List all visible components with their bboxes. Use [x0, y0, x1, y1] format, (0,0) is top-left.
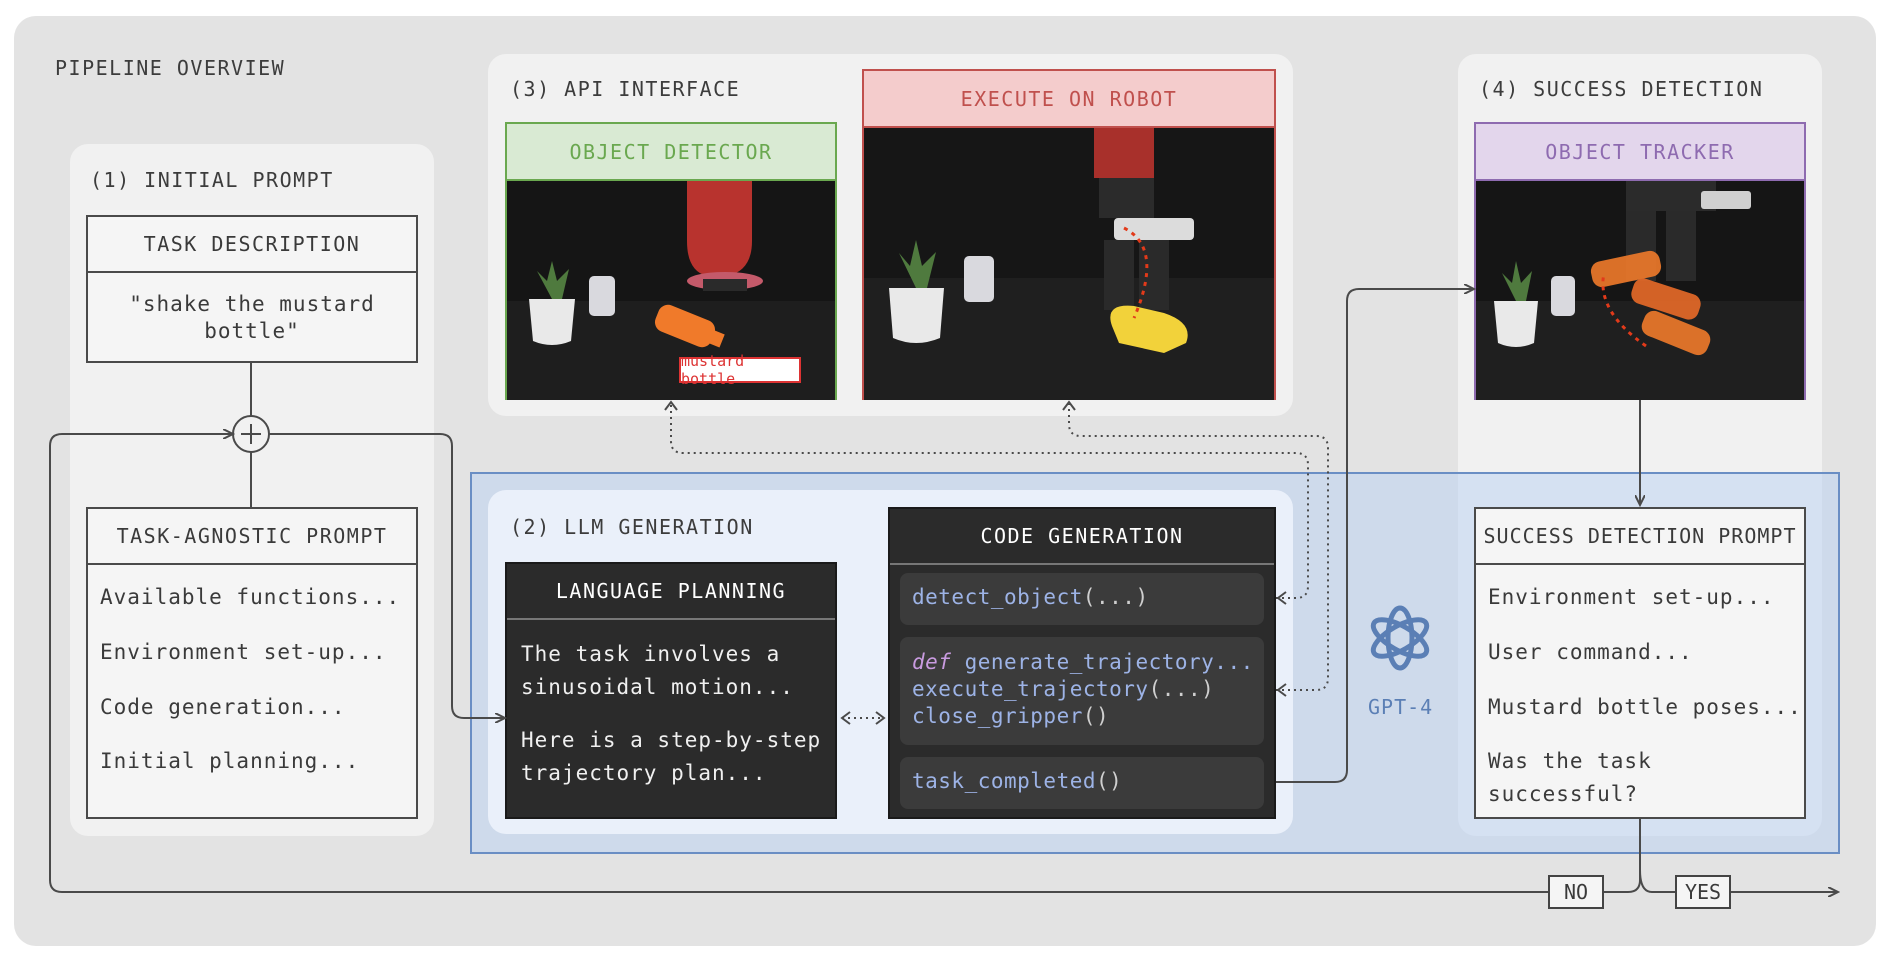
success-prompt-line: Mustard bottle poses... — [1488, 695, 1802, 719]
tracker-scene-image — [1476, 181, 1804, 400]
agnostic-line: Available functions... — [100, 585, 401, 609]
task-text-line-1: "shake the mustard — [129, 292, 375, 316]
execute-on-robot-header: EXECUTE ON ROBOT — [864, 71, 1274, 128]
success-prompt-header: SUCCESS DETECTION PROMPT — [1476, 509, 1804, 565]
language-planning-header: LANGUAGE PLANNING — [507, 564, 835, 620]
code-fn: task_completed — [912, 769, 1097, 793]
task-description-box: TASK DESCRIPTION "shake the mustard bott… — [86, 215, 418, 363]
gpt4-label: GPT-4 — [1368, 695, 1434, 719]
api-interface-title: (3) API INTERFACE — [510, 77, 741, 101]
task-agnostic-header: TASK-AGNOSTIC PROMPT — [88, 509, 416, 565]
openai-logo-icon — [1370, 605, 1430, 671]
code-fn: detect_object — [912, 585, 1083, 609]
task-description-header: TASK DESCRIPTION — [88, 217, 416, 273]
task-text-line-2: bottle" — [204, 319, 300, 343]
code-fn: execute_trajectory — [912, 677, 1149, 701]
no-tag: NO — [1548, 875, 1604, 909]
code-chip-detect-object: detect_object(...) — [900, 573, 1264, 625]
success-prompt-line: Was the task — [1488, 749, 1652, 773]
planning-line: sinusoidal motion... — [521, 675, 794, 699]
code-fn: generate_trajectory... — [951, 650, 1254, 674]
success-prompt-line: User command... — [1488, 640, 1693, 664]
code-keyword: def — [912, 650, 952, 674]
success-detection-title: (4) SUCCESS DETECTION — [1479, 77, 1764, 101]
code-args: () — [1082, 704, 1110, 728]
planning-line: Here is a step-by-step — [521, 728, 822, 752]
yes-tag: YES — [1675, 875, 1731, 909]
planning-line: trajectory plan... — [521, 761, 767, 785]
code-chip-task-completed: task_completed() — [900, 757, 1264, 809]
overview-title: PIPELINE OVERVIEW — [55, 56, 286, 80]
code-generation-box: CODE GENERATION detect_object(...) def g… — [888, 507, 1276, 819]
code-args: () — [1096, 769, 1123, 793]
object-tracker-box: OBJECT TRACKER — [1474, 122, 1806, 400]
success-detection-prompt-box: SUCCESS DETECTION PROMPT Environment set… — [1474, 507, 1806, 819]
code-fn: close_gripper — [912, 704, 1083, 728]
success-prompt-line: Environment set-up... — [1488, 585, 1775, 609]
code-chip-trajectory: def generate_trajectory... execute_traje… — [900, 637, 1264, 745]
success-prompt-line: successful? — [1488, 782, 1639, 806]
planning-line: The task involves a — [521, 642, 781, 666]
detection-label: mustard bottle — [679, 352, 801, 388]
agnostic-line: Initial planning... — [100, 749, 360, 773]
code-args: (...) — [1148, 677, 1215, 701]
language-planning-box: LANGUAGE PLANNING The task involves a si… — [505, 562, 837, 819]
agnostic-line: Environment set-up... — [100, 640, 387, 664]
robot-scene-image — [864, 128, 1274, 400]
agnostic-line: Code generation... — [100, 695, 346, 719]
initial-prompt-title: (1) INITIAL PROMPT — [90, 168, 334, 192]
code-generation-header: CODE GENERATION — [890, 509, 1274, 565]
execute-on-robot-box: EXECUTE ON ROBOT — [862, 69, 1276, 400]
object-tracker-header: OBJECT TRACKER — [1476, 124, 1804, 181]
llm-generation-title: (2) LLM GENERATION — [510, 515, 754, 539]
object-detector-box: OBJECT DETECTOR mustard bottle — [505, 122, 837, 400]
object-detector-header: OBJECT DETECTOR — [507, 124, 835, 181]
task-agnostic-prompt-box: TASK-AGNOSTIC PROMPT Available functions… — [86, 507, 418, 819]
code-args: (...) — [1082, 585, 1149, 609]
